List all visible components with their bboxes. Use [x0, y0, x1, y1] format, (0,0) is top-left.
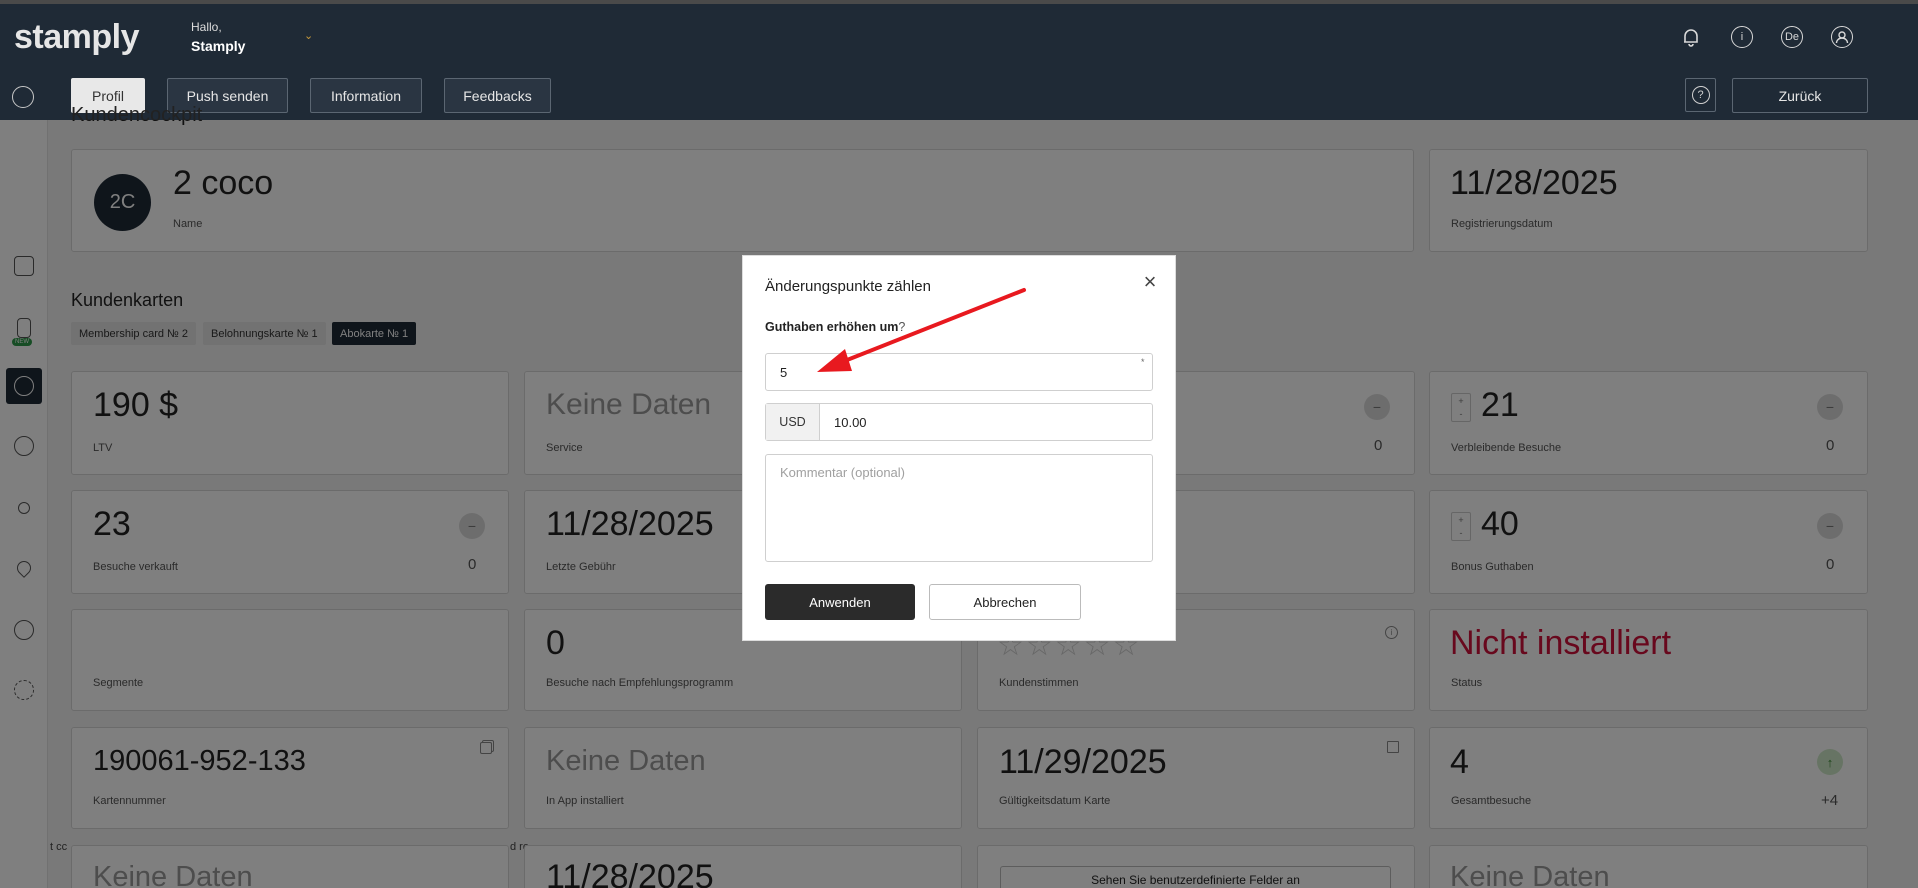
annotation-arrow [817, 288, 1026, 372]
